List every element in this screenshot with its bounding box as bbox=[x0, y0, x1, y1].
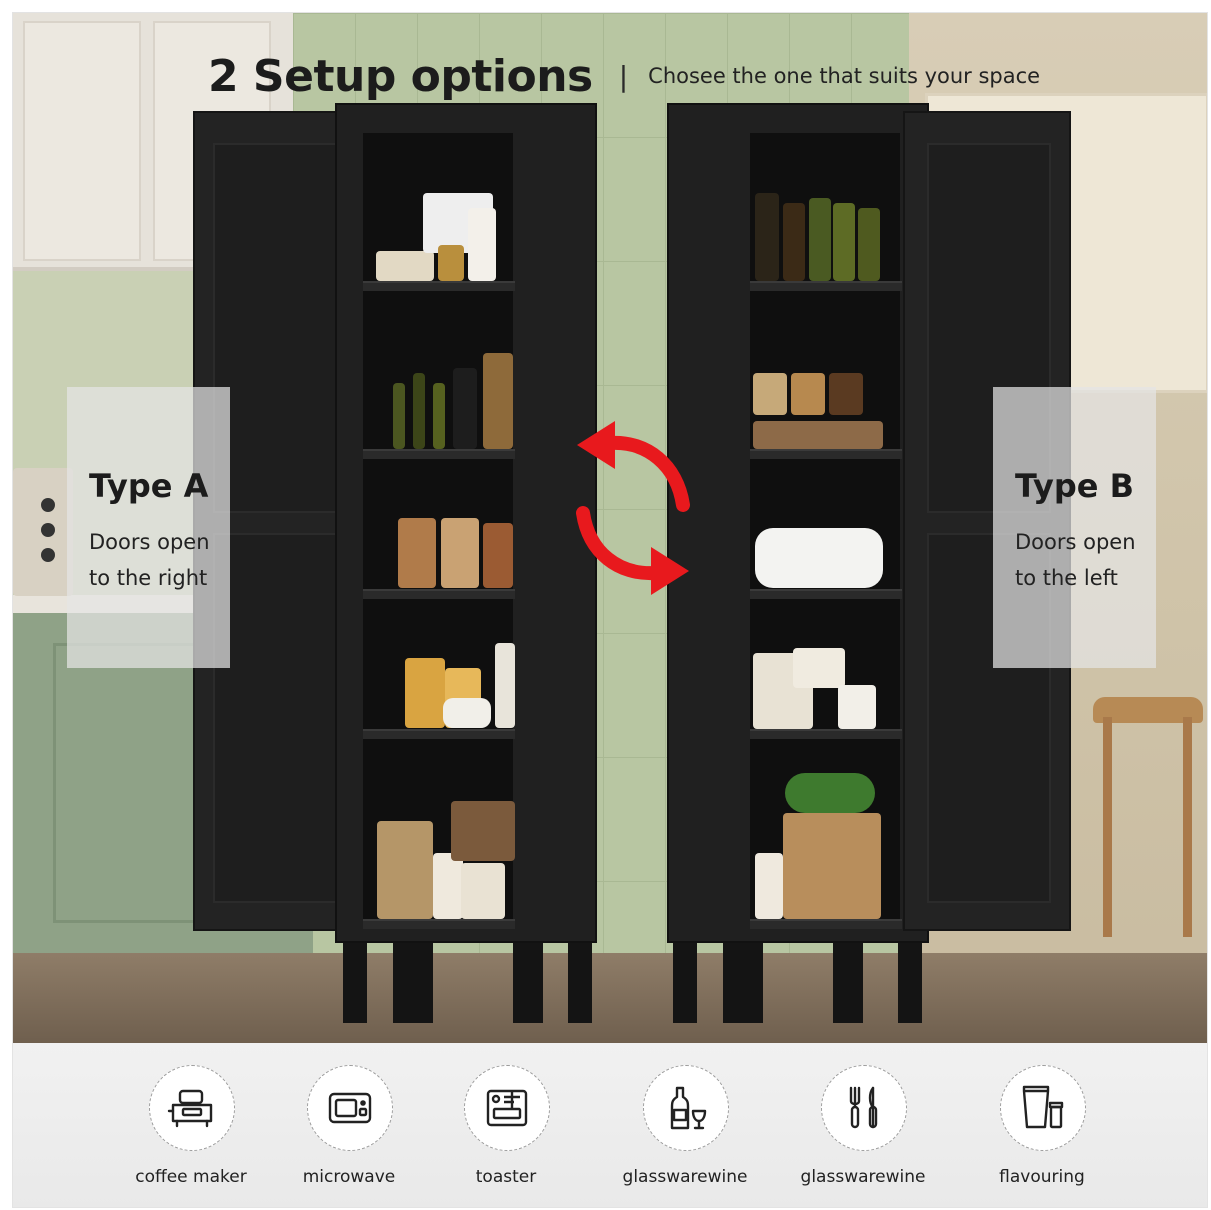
feature-glassware-wine: glasswarewine bbox=[600, 1065, 770, 1205]
appliance bbox=[13, 468, 73, 596]
microwave-icon bbox=[307, 1065, 393, 1151]
feature-microwave: microwave bbox=[264, 1065, 434, 1205]
feature-glassware-cutlery: glasswarewine bbox=[778, 1065, 948, 1205]
type-a-card: Type A Doors open to the right bbox=[67, 387, 230, 668]
feature-label: glasswarewine bbox=[800, 1167, 926, 1187]
coffee-maker-icon bbox=[149, 1065, 235, 1151]
headline: 2 Setup options | Chosee the one that su… bbox=[208, 41, 1040, 111]
feature-label: coffee maker bbox=[135, 1167, 247, 1187]
feature-label: flavouring bbox=[999, 1167, 1085, 1187]
swap-arrows-icon bbox=[576, 421, 690, 595]
headline-title: 2 Setup options bbox=[208, 50, 593, 102]
product-image: 2 Setup options | Chosee the one that su… bbox=[12, 12, 1208, 1208]
feature-label: toaster bbox=[475, 1167, 537, 1187]
headline-subtitle: Chosee the one that suits your space bbox=[648, 64, 1041, 88]
type-b-line1: Doors open bbox=[1015, 530, 1136, 554]
wine-glass-icon bbox=[643, 1065, 729, 1151]
headline-separator: | bbox=[618, 59, 629, 93]
type-a-title: Type A bbox=[89, 467, 209, 505]
type-a-line2: to the right bbox=[89, 566, 208, 590]
type-a-line1: Doors open bbox=[89, 530, 210, 554]
type-b-title: Type B bbox=[1015, 467, 1135, 505]
chair bbox=[1093, 697, 1207, 937]
type-b-card: Type B Doors open to the left bbox=[993, 387, 1156, 668]
feature-coffee-maker: coffee maker bbox=[106, 1065, 276, 1205]
feature-label: microwave bbox=[302, 1167, 396, 1187]
feature-label: glasswarewine bbox=[622, 1167, 748, 1187]
feature-toaster: toaster bbox=[421, 1065, 591, 1205]
toaster-icon bbox=[464, 1065, 550, 1151]
feature-band: coffee maker microwave toaster glassware… bbox=[13, 1043, 1207, 1207]
cutlery-icon bbox=[821, 1065, 907, 1151]
type-b-line2: to the left bbox=[1015, 566, 1118, 590]
floor bbox=[13, 953, 1207, 1043]
feature-flavouring: flavouring bbox=[957, 1065, 1127, 1205]
condiment-icon bbox=[1000, 1065, 1086, 1151]
